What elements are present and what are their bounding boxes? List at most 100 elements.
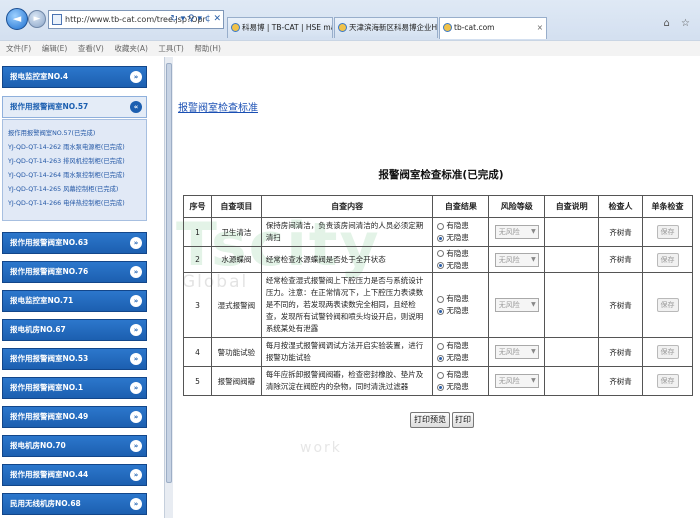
row-risk: 无风险 ▼ (488, 366, 546, 396)
row-note[interactable] (544, 246, 600, 273)
sidebar-group-5[interactable]: 报电机房NO.67 » (2, 319, 147, 341)
risk-select[interactable]: 无风险 ▼ (494, 298, 539, 312)
chevron-down-icon[interactable]: » (130, 382, 142, 394)
scrollbar-thumb[interactable] (166, 63, 172, 483)
radio-icon[interactable] (437, 354, 445, 362)
close-icon[interactable]: × (537, 18, 543, 37)
tab-1[interactable]: 科易博 | TB-CAT | HSE mana... (227, 17, 333, 38)
sidebar-group-9[interactable]: 报电机房NO.70 » (2, 435, 147, 457)
radio-icon[interactable] (437, 222, 445, 230)
sidebar: 报电监控室NO.4 » 报作用报警阀室NO.57 « 报作用报警阀室NO.57(… (0, 57, 164, 518)
risk-select[interactable]: 无风险 ▼ (494, 374, 539, 388)
radio-icon[interactable] (437, 371, 445, 379)
menu-view[interactable]: 查看(V) (78, 41, 104, 56)
sidebar-sub-item[interactable]: 报作用报警阀室NO.57(已完成) (8, 128, 95, 137)
sidebar-group-label: 报作用报警阀室NO.57 (10, 102, 89, 111)
save-button[interactable]: 保存 (656, 225, 679, 239)
print-preview-button[interactable]: 打印预览 (410, 412, 450, 428)
print-button[interactable]: 打印 (452, 412, 474, 428)
radio-no-hazard[interactable]: 无隐患 (433, 232, 488, 244)
risk-value: 无风险 (498, 377, 520, 385)
chevron-down-icon[interactable]: » (130, 71, 142, 83)
col-header: 自查说明 (544, 195, 600, 218)
radio-label: 有隐患 (446, 221, 469, 230)
sidebar-sub-item[interactable]: YJ-QD-QT-14-262 雨水泵电源柜(已完成) (8, 142, 125, 151)
menu-edit[interactable]: 编辑(E) (42, 41, 68, 56)
sidebar-group-1-open[interactable]: 报作用报警阀室NO.57 « (2, 96, 147, 118)
risk-select[interactable]: 无风险 ▼ (494, 225, 539, 239)
sidebar-sub-item[interactable]: YJ-QD-QT-14-263 排风机控制柜(已完成) (8, 156, 125, 165)
radio-icon[interactable] (437, 234, 445, 242)
sidebar-group-7[interactable]: 报作用报警阀室NO.1 » (2, 377, 147, 399)
tab-2[interactable]: 天津滨海新区科易博企业HSE... (334, 17, 438, 38)
tab-3-active[interactable]: tb-cat.com × (439, 17, 547, 39)
address-bar[interactable]: http://www.tb-cat.com/tree.jsp?Opr ↻ ▾ ♀… (48, 10, 224, 29)
sidebar-group-10[interactable]: 报作用报警阀室NO.44 » (2, 464, 147, 486)
sidebar-sub-item[interactable]: YJ-QD-QT-14-266 电伴热控制柜(已完成) (8, 198, 125, 207)
risk-select[interactable]: 无风险 ▼ (494, 345, 539, 359)
radio-has-hazard[interactable]: 有隐患 (433, 369, 488, 381)
radio-icon[interactable] (437, 342, 445, 350)
save-button[interactable]: 保存 (656, 345, 679, 359)
row-note[interactable] (544, 366, 600, 396)
radio-has-hazard[interactable]: 有隐患 (433, 340, 488, 352)
radio-icon[interactable] (437, 307, 445, 315)
sidebar-group-11[interactable]: 民用无线机房NO.68 » (2, 493, 147, 515)
radio-icon[interactable] (437, 383, 445, 391)
menu-tools[interactable]: 工具(T) (158, 41, 183, 56)
row-item: 卫生清洁 (210, 217, 262, 247)
sidebar-group-2[interactable]: 报作用报警阀室NO.63 » (2, 232, 147, 254)
standard-link[interactable]: 报警阀室检查标准 (178, 99, 258, 114)
risk-select[interactable]: 无风险 ▼ (494, 252, 539, 267)
address-tools-icon[interactable]: ↻ ▾ ♀ ▾ ¢ ✕ (170, 11, 221, 28)
sidebar-scrollbar[interactable] (164, 57, 173, 518)
sidebar-sub-item[interactable]: YJ-QD-QT-14-265 风幕控制柜(已完成) (8, 184, 118, 193)
home-star-icons[interactable]: ⌂ ☆ (664, 18, 695, 29)
save-button[interactable]: 保存 (656, 374, 679, 388)
row-note[interactable] (544, 272, 600, 338)
row-note[interactable] (544, 337, 600, 367)
chevron-down-icon[interactable]: » (130, 237, 142, 249)
chevron-down-icon[interactable]: » (130, 266, 142, 278)
menu-favorites[interactable]: 收藏夹(A) (114, 41, 147, 56)
radio-no-hazard[interactable]: 无隐患 (433, 381, 488, 393)
radio-has-hazard[interactable]: 有隐患 (433, 248, 488, 260)
chevron-down-icon[interactable]: » (130, 469, 142, 481)
chevron-down-icon[interactable]: » (130, 411, 142, 423)
radio-no-hazard[interactable]: 无隐患 (433, 305, 488, 317)
sidebar-group-label: 报电机房NO.67 (10, 325, 66, 334)
col-header: 序号 (183, 195, 212, 218)
row-checker: 齐树青 (598, 272, 644, 338)
chevron-up-icon[interactable]: « (130, 101, 142, 113)
save-button[interactable]: 保存 (656, 252, 679, 267)
chevron-down-icon[interactable]: » (130, 440, 142, 452)
forward-button[interactable]: ► (28, 10, 46, 28)
row-note[interactable] (544, 217, 600, 247)
risk-value: 无风险 (498, 228, 520, 236)
radio-no-hazard[interactable]: 无隐患 (433, 352, 488, 364)
sidebar-group-6[interactable]: 报作用报警阀室NO.53 » (2, 348, 147, 370)
chevron-down-icon[interactable]: » (130, 353, 142, 365)
menu-file[interactable]: 文件(F) (6, 41, 31, 56)
radio-has-hazard[interactable]: 有隐患 (433, 220, 488, 232)
sidebar-group-0[interactable]: 报电监控室NO.4 » (2, 66, 147, 88)
radio-icon[interactable] (437, 250, 445, 257)
radio-label: 有隐患 (446, 341, 469, 350)
back-button[interactable]: ◄ (6, 8, 28, 30)
radio-icon[interactable] (437, 295, 445, 303)
sidebar-sub-item[interactable]: YJ-QD-QT-14-264 雨水泵控制柜(已完成) (8, 170, 125, 179)
menu-help[interactable]: 帮助(H) (194, 41, 221, 56)
sidebar-group-8[interactable]: 报作用报警阀室NO.49 » (2, 406, 147, 428)
chevron-down-icon[interactable]: » (130, 324, 142, 336)
chevron-down-icon[interactable]: » (130, 295, 142, 307)
sidebar-group-3[interactable]: 报作用报警阀室NO.76 » (2, 261, 147, 283)
row-no: 4 (183, 337, 212, 367)
radio-label: 无隐患 (446, 306, 469, 315)
sidebar-group-4[interactable]: 报电监控室NO.71 » (2, 290, 147, 312)
radio-icon[interactable] (437, 262, 445, 269)
save-button[interactable]: 保存 (656, 298, 679, 312)
radio-no-hazard[interactable]: 无隐患 (433, 260, 488, 272)
radio-has-hazard[interactable]: 有隐患 (433, 293, 488, 305)
risk-value: 无风险 (498, 255, 520, 264)
chevron-down-icon[interactable]: » (130, 498, 142, 510)
